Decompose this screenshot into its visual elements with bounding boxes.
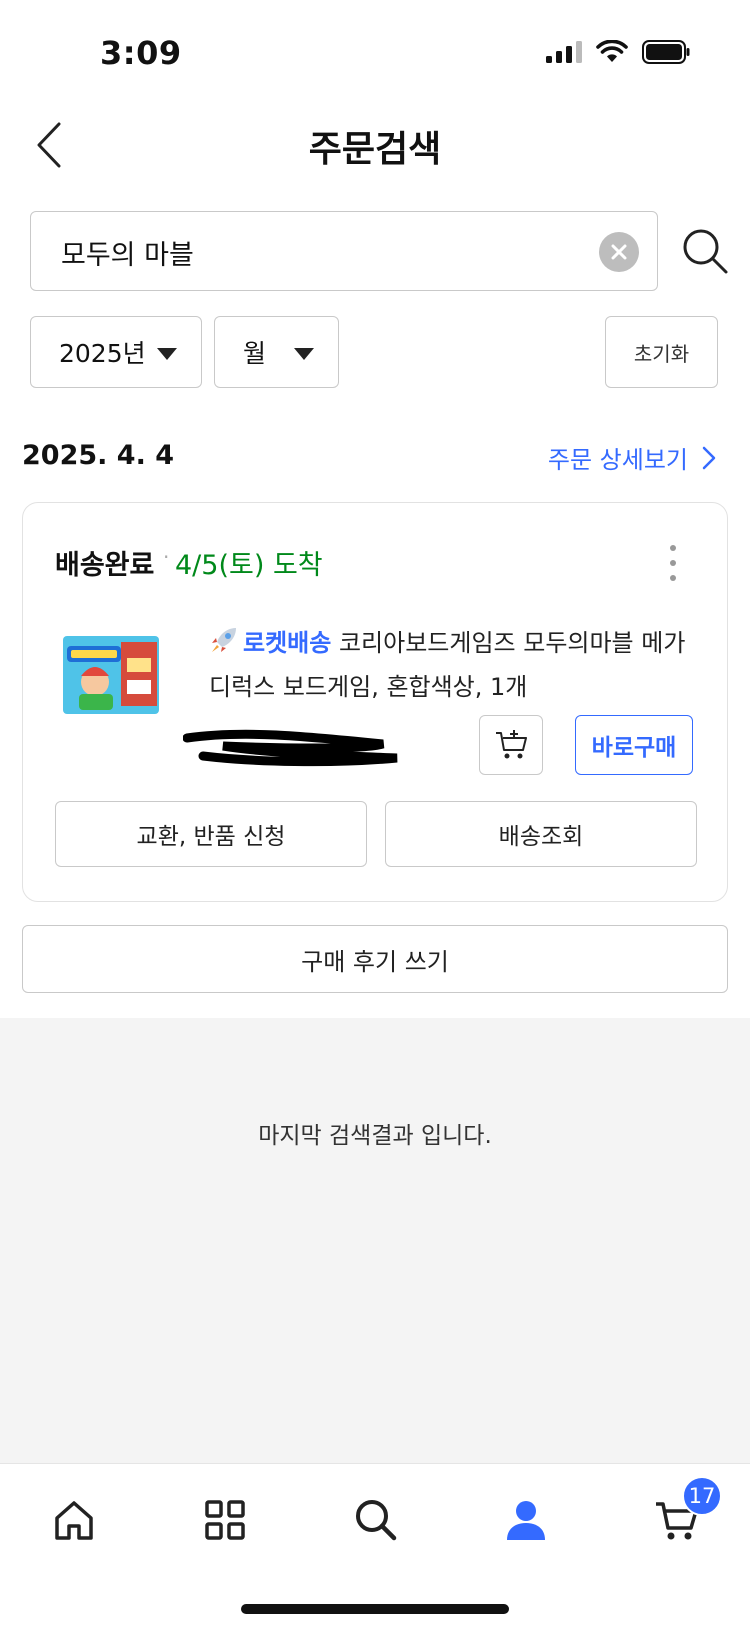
header: 주문검색 [0,100,750,190]
search-button[interactable] [680,226,730,276]
buy-now-button[interactable]: 바로구매 [575,715,693,775]
end-message: 마지막 검색결과 입니다. [258,1123,492,1149]
nav-home[interactable] [44,1490,104,1550]
user-icon [507,1501,545,1540]
order-card: 배송완료 · 4/5(토) 도착 로켓배송 코리아보드게임즈 모두의마블 메가 … [22,502,728,902]
home-indicator [241,1604,509,1614]
search-icon [356,1500,397,1541]
nav-search[interactable] [346,1490,406,1550]
status-time: 3:09 [100,34,182,72]
month-select[interactable]: 월 [214,316,339,388]
signal-icon [546,41,582,63]
search-input[interactable] [61,230,581,274]
clear-search-button[interactable] [599,232,639,272]
search-box [30,211,658,291]
nav-category[interactable] [195,1490,255,1550]
caret-down-icon [157,348,177,360]
delivery-status: 배송완료 [55,550,155,581]
status-icons [546,40,690,64]
search-icon [683,229,728,274]
product-description[interactable]: 로켓배송 코리아보드게임즈 모두의마블 메가 디럭스 보드게임, 혼합색상, 1… [209,621,709,709]
order-detail-link[interactable]: 주문 상세보기 [548,440,716,475]
product-image[interactable] [61,628,161,718]
end-of-results-area: 마지막 검색결과 입니다. [0,1018,750,1463]
order-date: 2025. 4. 4 [22,440,175,471]
home-icon [55,1501,93,1540]
page-title: 주문검색 [308,129,442,170]
write-review-button[interactable]: 구매 후기 쓰기 [22,925,728,993]
cart-add-icon [496,730,527,759]
cart-count-badge: 17 [682,1476,722,1516]
bottom-nav: 17 [0,1463,750,1626]
clear-icon [611,244,627,260]
nav-my-page[interactable] [496,1490,556,1550]
wifi-icon [596,40,628,62]
reset-button[interactable]: 초기화 [605,316,718,388]
rocket-delivery-badge: 로켓배송 [243,629,332,657]
rocket-icon [212,628,236,652]
add-to-cart-button[interactable] [479,715,543,775]
separator-dot: · [163,545,170,569]
battery-icon [642,40,690,64]
redacted-mark [183,729,398,767]
year-select[interactable]: 2025년 [30,316,202,388]
category-icon [205,1500,245,1540]
caret-down-icon [294,348,314,360]
year-select-value: 2025년 [59,339,146,368]
more-vertical-icon[interactable] [667,545,679,581]
status-bar: 3:09 [0,0,750,100]
month-select-value: 월 [243,339,267,368]
chevron-right-icon [702,446,716,469]
order-detail-label: 주문 상세보기 [547,446,688,474]
delivery-tracking-button[interactable]: 배송조회 [385,801,697,867]
exchange-return-button[interactable]: 교환, 반품 신청 [55,801,367,867]
arrival-date: 4/5(토) 도착 [175,550,323,581]
